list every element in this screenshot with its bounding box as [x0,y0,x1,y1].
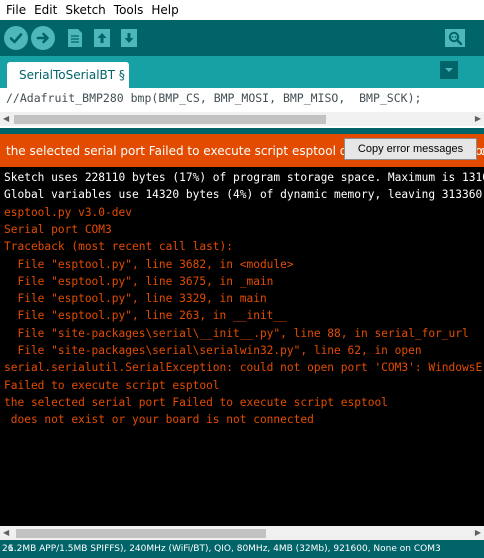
console-line: File "site-packages\serial\serialwin32.p… [4,344,422,357]
upload-arrow-icon [36,32,49,44]
save-down-arrow-icon [121,29,137,47]
console-line: Sketch uses 228110 bytes (17%) of progra… [4,171,484,184]
verify-icon [9,33,23,44]
menu-tools[interactable]: Tools [110,0,148,20]
menu-file[interactable]: File [2,0,30,20]
console-line: File "esptool.py", line 3682, in <module… [4,257,294,271]
menu-sketch[interactable]: Sketch [61,0,109,20]
scroll-left-icon[interactable]: ◀ [3,528,9,537]
open-sketch-button[interactable] [91,26,113,50]
tab-strip: SerialToSerialBT § [0,56,484,88]
status-bar: 26 1.2MB APP/1.5MB SPIFFS), 240MHz (WiFi… [0,540,484,558]
new-sketch-button[interactable] [64,26,86,50]
menu-bar: File Edit Sketch Tools Help [0,0,484,20]
menu-help[interactable]: Help [147,0,182,20]
scroll-right-icon[interactable]: ▶ [475,114,481,123]
console-line: serial.serialutil.SerialException: could… [4,361,484,375]
arduino-ide-window: File Edit Sketch Tools Help SerialToSeri… [0,0,484,558]
code-editor[interactable]: //Adafruit_BMP280 bmp(BMP_CS, BMP_MOSI, … [0,88,484,128]
code-line: //Adafruit_BMP280 bmp(BMP_CS, BMP_MOSI, … [6,91,422,105]
error-bar: the selected serial port Failed to execu… [0,134,484,167]
upload-button[interactable] [31,26,55,50]
new-file-icon [68,29,82,47]
console-line: does not exist or your board is not conn… [4,413,314,427]
error-message-tail: c [480,144,484,158]
editor-scroll-thumb[interactable] [14,115,326,124]
console-line: File "esptool.py", line 263, in __init__ [4,309,287,323]
menu-edit[interactable]: Edit [30,0,61,20]
verify-button[interactable] [4,26,28,50]
tab-menu-button[interactable] [440,61,458,79]
console-horizontal-scrollbar[interactable]: ◀ ▶ [0,526,484,540]
console-output[interactable]: Sketch uses 228110 bytes (17%) of progra… [0,167,484,526]
editor-horizontal-scrollbar[interactable]: ◀ ▶ [0,112,484,126]
console-line: Traceback (most recent call last): [4,240,234,254]
console-line: File "esptool.py", line 3675, in _main [4,274,274,288]
console-scroll-thumb[interactable] [16,529,266,538]
save-sketch-button[interactable] [118,26,140,50]
toolbar [0,20,484,56]
serial-monitor-icon [445,29,465,47]
scroll-left-icon[interactable]: ◀ [3,114,9,123]
console-line: Serial port COM3 [4,222,112,236]
tab-serialtoserialbt[interactable]: SerialToSerialBT § [7,62,129,88]
serial-monitor-button[interactable] [442,26,468,50]
console-line: File "site-packages\serial\__init__.py",… [4,326,469,340]
scroll-right-icon[interactable]: ▶ [475,528,481,537]
chevron-down-icon [445,68,453,72]
console-line: Failed to execute script esptool [4,378,220,392]
console-line: the selected serial port Failed to execu… [4,395,388,409]
console-line: File "esptool.py", line 3329, in main [4,292,267,306]
console-line: Global variables use 14320 bytes (4%) of… [4,188,483,202]
open-up-arrow-icon [94,29,110,47]
copy-error-messages-button[interactable]: Copy error messages [344,138,477,160]
board-info: 1.2MB APP/1.5MB SPIFFS), 240MHz (WiFi/BT… [8,544,441,554]
console-line: esptool.py v3.0-dev [4,205,132,219]
